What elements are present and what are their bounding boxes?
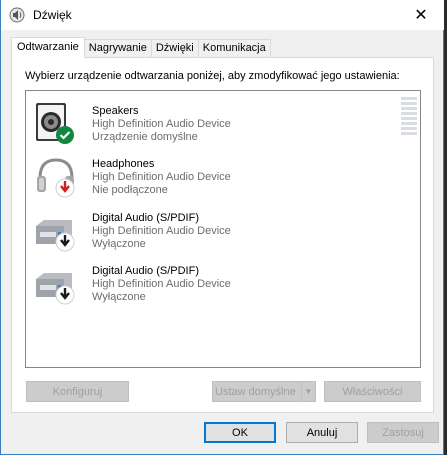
digital-audio-icon bbox=[36, 273, 75, 305]
volume-level-meter bbox=[401, 97, 417, 137]
speaker-title-icon bbox=[9, 7, 25, 23]
tab-sounds[interactable]: Dźwięki bbox=[150, 39, 199, 58]
tab-communications[interactable]: Komunikacja bbox=[197, 39, 271, 58]
headphones-icon bbox=[37, 158, 75, 198]
list-item-headphones[interactable]: Headphones High Definition Audio Device … bbox=[26, 148, 396, 201]
digital-audio-icon bbox=[36, 220, 75, 252]
device-name: Digital Audio (S/PDIF) bbox=[92, 212, 199, 224]
set-default-label: Ustaw domyślne bbox=[215, 385, 296, 398]
cancel-button[interactable]: Anuluj bbox=[286, 422, 358, 443]
device-status: Wyłączone bbox=[92, 291, 146, 303]
playback-panel: Wybierz urządzenie odtwarzania poniżej, … bbox=[11, 57, 434, 413]
device-status: Nie podłączone bbox=[92, 184, 168, 196]
properties-button[interactable]: Właściwości bbox=[324, 381, 421, 402]
device-driver: High Definition Audio Device bbox=[92, 225, 231, 237]
close-icon: ✕ bbox=[414, 7, 428, 24]
title-bar[interactable]: Dźwięk ✕ bbox=[1, 0, 444, 30]
apply-button[interactable]: Zastosuj bbox=[367, 422, 439, 443]
tab-playback[interactable]: Odtwarzanie bbox=[11, 37, 85, 58]
ok-button[interactable]: OK bbox=[204, 422, 276, 443]
instruction-text: Wybierz urządzenie odtwarzania poniżej, … bbox=[25, 70, 400, 82]
list-item-speakers[interactable]: Speakers High Definition Audio Device Ur… bbox=[26, 95, 396, 148]
sound-dialog: Dźwięk ✕ Odtwarzanie Nagrywanie Dźwięki … bbox=[0, 0, 444, 455]
chevron-down-icon[interactable]: ▼ bbox=[301, 382, 315, 401]
speaker-icon bbox=[36, 103, 74, 144]
tab-recording[interactable]: Nagrywanie bbox=[83, 39, 152, 58]
device-list[interactable]: Speakers High Definition Audio Device Ur… bbox=[25, 90, 421, 368]
tab-strip: Odtwarzanie Nagrywanie Dźwięki Komunikac… bbox=[11, 37, 271, 58]
window-title: Dźwięk bbox=[33, 8, 72, 22]
device-name: Speakers bbox=[92, 105, 139, 117]
device-name: Headphones bbox=[92, 158, 155, 170]
device-status: Urządzenie domyślne bbox=[92, 131, 198, 143]
list-item-digital-audio-2[interactable]: Digital Audio (S/PDIF) High Definition A… bbox=[26, 255, 396, 308]
device-driver: High Definition Audio Device bbox=[92, 171, 231, 183]
close-button[interactable]: ✕ bbox=[398, 0, 444, 30]
device-driver: High Definition Audio Device bbox=[92, 278, 231, 290]
list-item-digital-audio-1[interactable]: Digital Audio (S/PDIF) High Definition A… bbox=[26, 202, 396, 255]
configure-button[interactable]: Konfiguruj bbox=[26, 381, 129, 402]
device-driver: High Definition Audio Device bbox=[92, 118, 231, 130]
device-status: Wyłączone bbox=[92, 238, 146, 250]
set-default-button[interactable]: Ustaw domyślne ▼ bbox=[212, 381, 316, 402]
device-name: Digital Audio (S/PDIF) bbox=[92, 265, 199, 277]
